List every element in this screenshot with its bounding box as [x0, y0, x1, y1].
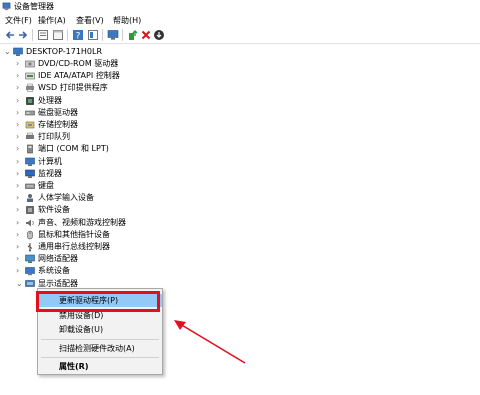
- usb-icon: [27, 243, 33, 252]
- chevron-right-icon[interactable]: ›: [16, 83, 24, 93]
- tree-item-label: DVD/CD-ROM 驱动器: [38, 59, 119, 68]
- menu-scan-hardware-label: 扫描检测硬件改动(A): [59, 344, 135, 353]
- chevron-right-icon[interactable]: ›: [16, 230, 24, 240]
- chevron-down-icon[interactable]: ⌄: [16, 279, 24, 289]
- disk-drive-icon: [25, 110, 35, 116]
- monitor-icon[interactable]: [107, 29, 119, 41]
- chevron-right-icon[interactable]: ›: [16, 193, 24, 203]
- tree-root-label: DESKTOP-171H0LR: [26, 47, 103, 56]
- chevron-right-icon[interactable]: ›: [16, 169, 24, 179]
- mouse-icon: [27, 230, 33, 240]
- chevron-right-icon[interactable]: ›: [16, 71, 24, 81]
- toolbar-separator: [32, 29, 33, 41]
- menu-separator: [41, 339, 159, 340]
- tree-item-label: 鼠标和其他指针设备: [38, 229, 110, 239]
- menu-separator: [41, 357, 159, 358]
- chevron-right-icon[interactable]: ›: [16, 144, 24, 154]
- software-device-icon: [26, 206, 34, 215]
- tree-item-label: 键盘: [38, 181, 54, 190]
- console-icon[interactable]: [52, 29, 64, 41]
- chevron-right-icon[interactable]: ›: [16, 181, 24, 191]
- forward-icon[interactable]: [17, 29, 29, 41]
- tree-item-label: 网络适配器: [38, 254, 78, 264]
- toolbar-separator: [122, 29, 123, 41]
- tree-item-label: IDE ATA/ATAPI 控制器: [38, 71, 120, 81]
- display-adapter-icon: [25, 279, 35, 287]
- menu-view[interactable]: 查看(V): [76, 15, 104, 26]
- annotation-highlight-box: [36, 291, 160, 312]
- menu-scan-hardware[interactable]: 扫描检测硬件改动(A): [38, 342, 162, 355]
- tree-item-label: 系统设备: [38, 266, 70, 276]
- toolbar: ?: [0, 27, 480, 44]
- tree-item-label: 监视器: [38, 168, 62, 178]
- storage-controller-icon: [25, 121, 35, 129]
- tree-item-label: 存储控制器: [38, 120, 78, 129]
- tree-item-label: 计算机: [38, 156, 62, 166]
- menu-file[interactable]: 文件(F): [5, 15, 32, 26]
- toolbar-separator: [102, 29, 103, 41]
- tree-item-label: 磁盘驱动器: [38, 107, 78, 117]
- back-icon[interactable]: [4, 29, 16, 41]
- chevron-right-icon[interactable]: ›: [16, 157, 24, 167]
- device-manager-icon: [2, 2, 11, 11]
- window-title: 设备管理器: [14, 2, 54, 11]
- annotation-arrow: [174, 320, 246, 364]
- title-bar: 设备管理器: [0, 0, 480, 14]
- processor-icon: [26, 96, 34, 105]
- chevron-right-icon[interactable]: ›: [16, 120, 24, 130]
- tree-item-label: WSD 打印提供程序: [38, 83, 108, 93]
- chevron-down-icon[interactable]: ⌄: [4, 47, 12, 57]
- tree-item-label: 端口 (COM 和 LPT): [38, 144, 109, 154]
- menu-bar: 文件(F) 操作(A) 查看(V) 帮助(H): [0, 14, 480, 27]
- print-queue-icon: [26, 132, 34, 140]
- update-driver-icon[interactable]: [127, 29, 139, 41]
- tree-item-label: 打印队列: [38, 132, 70, 142]
- chevron-right-icon[interactable]: ›: [16, 254, 24, 264]
- chevron-right-icon[interactable]: ›: [16, 218, 24, 228]
- monitor-icon: [25, 169, 35, 178]
- disc-drive-icon: [25, 60, 35, 68]
- view-icon[interactable]: [87, 29, 99, 41]
- tree-item-label: 人体学输入设备: [38, 193, 94, 203]
- chevron-right-icon[interactable]: ›: [16, 96, 24, 106]
- chevron-right-icon[interactable]: ›: [16, 205, 24, 215]
- svg-text:?: ?: [76, 32, 81, 42]
- network-icon: [25, 254, 35, 264]
- menu-properties[interactable]: 属性(R): [38, 360, 162, 373]
- menu-action[interactable]: 操作(A): [38, 15, 66, 26]
- chevron-right-icon[interactable]: ›: [16, 108, 24, 118]
- menu-help[interactable]: 帮助(H): [113, 15, 141, 26]
- menu-properties-label: 属性(R): [59, 362, 89, 371]
- toolbar-separator: [67, 29, 68, 41]
- port-icon: [27, 145, 33, 154]
- chevron-right-icon[interactable]: ›: [16, 266, 24, 276]
- help-icon[interactable]: ?: [72, 29, 84, 41]
- uninstall-icon[interactable]: [140, 29, 152, 41]
- tree-item-label: 软件设备: [38, 205, 70, 215]
- menu-uninstall-device-label: 卸载设备(U): [59, 325, 104, 334]
- system-device-icon: [25, 267, 35, 276]
- ide-controller-icon: [25, 72, 35, 80]
- tree-item-label: 处理器: [38, 95, 62, 105]
- chevron-right-icon[interactable]: ›: [16, 242, 24, 252]
- chevron-right-icon[interactable]: ›: [16, 132, 24, 142]
- properties-icon[interactable]: [37, 29, 49, 41]
- keyboard-icon: [25, 183, 35, 189]
- menu-uninstall-device[interactable]: 卸载设备(U): [38, 323, 162, 336]
- tree-item-label: 通用串行总线控制器: [38, 242, 110, 251]
- computer-icon: [25, 157, 35, 166]
- sound-icon: [26, 219, 34, 227]
- tree-item-label: 声音、视频和游戏控制器: [38, 217, 126, 227]
- chevron-right-icon[interactable]: ›: [16, 59, 24, 69]
- computer-icon: [13, 47, 23, 56]
- printer-icon: [26, 84, 34, 93]
- hid-icon: [27, 194, 33, 203]
- download-icon[interactable]: [153, 29, 165, 41]
